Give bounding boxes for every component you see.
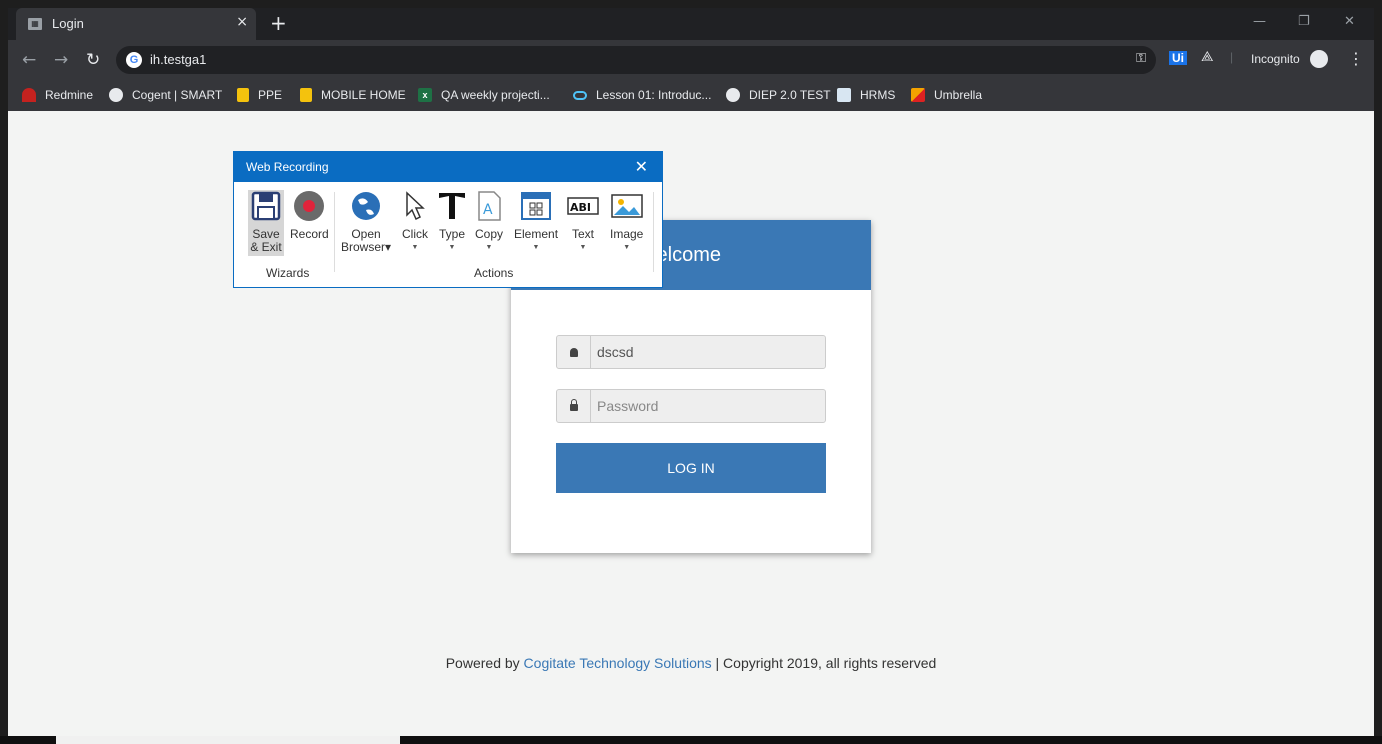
page-favicon-icon: ▦	[28, 18, 42, 30]
tab-login[interactable]: ▦ Login ×	[16, 8, 256, 40]
footer-copyright: | Copyright 2019, all rights reserved	[715, 655, 937, 671]
group-separator	[653, 192, 654, 272]
element-window-icon	[521, 192, 552, 220]
incognito-label: Incognito	[1251, 52, 1300, 66]
key-icon[interactable]: ⚿	[1136, 51, 1146, 66]
cloud-icon	[573, 90, 587, 100]
image-caret-icon[interactable]: ▼	[610, 241, 643, 254]
floppy-disk-icon	[251, 191, 281, 221]
globe-browser-icon	[352, 192, 381, 220]
text-abi-icon: ABI	[567, 197, 599, 215]
type-button[interactable]: Type ▼	[436, 190, 468, 254]
company-link[interactable]: Cogitate Technology Solutions	[524, 655, 712, 671]
username-input[interactable]	[591, 336, 825, 368]
click-button[interactable]: Click ▼	[399, 190, 431, 254]
page-content: /elcome LOG IN Powered by Cogitate Techn…	[8, 111, 1374, 736]
umbrella-icon	[911, 88, 925, 102]
folder-icon	[237, 88, 249, 102]
user-icon	[557, 336, 591, 368]
element-caret-icon[interactable]: ▼	[514, 241, 558, 254]
forward-icon[interactable]: →	[54, 50, 68, 70]
username-field	[556, 335, 826, 369]
copy-button[interactable]: A Copy ▼	[473, 190, 505, 254]
web-recording-panel: Web Recording ✕ Save & Exit Record Open …	[233, 151, 663, 288]
copy-document-icon: A	[478, 191, 501, 221]
globe-icon	[109, 88, 123, 102]
open-browser-button[interactable]: Open Browser▾	[341, 190, 391, 254]
bookmarks-bar: Redmine Cogent | SMART PPE MOBILE HOME x…	[8, 80, 1374, 111]
minimize-icon[interactable]: —	[1253, 14, 1266, 29]
bookmark-umbrella[interactable]: Umbrella	[911, 85, 982, 105]
url-text: ih.testga1	[150, 52, 207, 67]
save-exit-button[interactable]: Save & Exit	[248, 190, 284, 256]
bookmark-lesson-01[interactable]: Lesson 01: Introduc...	[573, 85, 711, 105]
os-taskbar	[0, 736, 1382, 744]
text-button[interactable]: ABI Text ▼	[567, 190, 599, 254]
address-bar[interactable]: G ih.testga1 ⚿	[116, 46, 1156, 74]
recording-titlebar: Web Recording ✕	[234, 152, 662, 182]
toolbar-divider: |	[1230, 50, 1234, 64]
reload-icon[interactable]: ↻	[86, 50, 100, 70]
recording-title: Web Recording	[246, 160, 329, 174]
globe-icon	[726, 88, 740, 102]
incognito-icon	[1310, 50, 1328, 68]
password-input[interactable]	[591, 390, 825, 422]
group-separator	[334, 192, 335, 272]
tab-strip: ▦ Login × + — ❐ ✕	[8, 8, 1374, 40]
bookmark-qa-weekly[interactable]: x QA weekly projecti...	[418, 85, 550, 105]
bookmark-diep-test[interactable]: DIEP 2.0 TEST	[726, 85, 831, 105]
uipath-extension-icon[interactable]: Ui	[1169, 51, 1187, 65]
window-close-icon[interactable]: ✕	[1344, 14, 1355, 29]
wizards-group-label: Wizards	[266, 266, 310, 280]
hrms-icon	[837, 88, 851, 102]
excel-icon: x	[418, 88, 432, 102]
google-icon: G	[126, 52, 142, 68]
tab-close-icon[interactable]: ×	[236, 14, 248, 30]
taskbar-search-box[interactable]	[56, 736, 400, 744]
bookmark-ppe[interactable]: PPE	[237, 85, 282, 105]
login-button[interactable]: LOG IN	[556, 443, 826, 493]
browser-toolbar: ← → ↻ G ih.testga1 ⚿ Ui ⟁ | Incognito ⋮	[8, 40, 1374, 80]
restore-icon[interactable]: ❐	[1298, 14, 1310, 29]
redmine-icon	[22, 88, 36, 102]
type-caret-icon[interactable]: ▼	[436, 241, 468, 254]
cursor-icon	[406, 191, 425, 221]
bookmark-redmine[interactable]: Redmine	[22, 85, 93, 105]
text-caret-icon[interactable]: ▼	[567, 241, 599, 254]
record-button[interactable]: Record	[290, 190, 329, 241]
record-icon	[294, 191, 325, 221]
recording-close-icon[interactable]: ✕	[635, 157, 648, 176]
browser-window: ▦ Login × + — ❐ ✕ ← → ↻ G ih.testga1 ⚿ U…	[8, 8, 1374, 736]
footer: Powered by Cogitate Technology Solutions…	[8, 655, 1374, 671]
tab-title: Login	[52, 16, 84, 31]
bookmark-hrms[interactable]: HRMS	[837, 85, 895, 105]
image-picture-icon	[610, 194, 643, 218]
image-button[interactable]: Image ▼	[610, 190, 643, 254]
type-t-icon	[439, 193, 465, 219]
back-icon[interactable]: ←	[22, 50, 36, 70]
lock-icon	[557, 390, 591, 422]
svg-text:A: A	[483, 202, 493, 218]
folder-icon	[300, 88, 312, 102]
new-tab-button[interactable]: +	[270, 11, 287, 35]
copy-caret-icon[interactable]: ▼	[473, 241, 505, 254]
password-field	[556, 389, 826, 423]
click-caret-icon[interactable]: ▼	[399, 241, 431, 254]
menu-dots-icon[interactable]: ⋮	[1348, 49, 1364, 68]
bookmark-mobile-home[interactable]: MOBILE HOME	[300, 85, 406, 105]
extension-icon[interactable]: ⟁	[1201, 48, 1214, 65]
actions-group-label: Actions	[474, 266, 514, 280]
element-button[interactable]: Element ▼	[514, 190, 558, 254]
svg-text:ABI: ABI	[570, 201, 591, 214]
footer-prefix: Powered by	[445, 655, 520, 671]
bookmark-cogent-smart[interactable]: Cogent | SMART	[109, 85, 222, 105]
